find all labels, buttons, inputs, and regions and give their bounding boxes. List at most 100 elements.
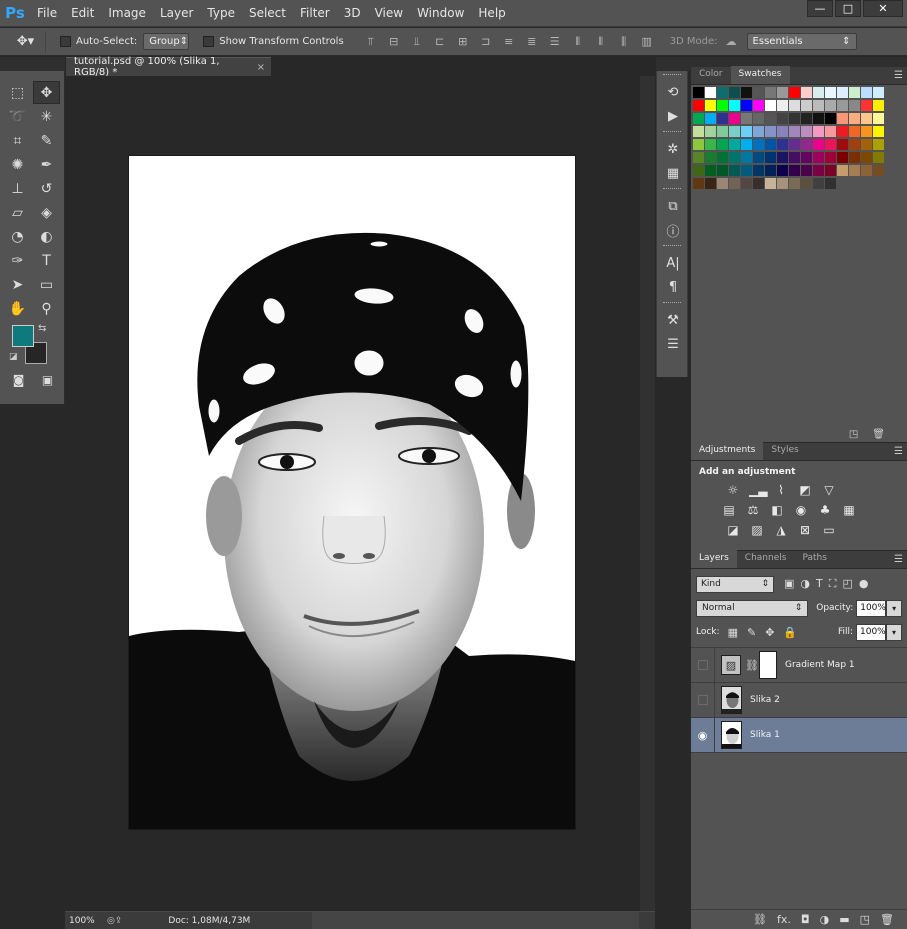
color-swatch[interactable] xyxy=(801,126,812,137)
color-swatch[interactable] xyxy=(705,126,716,137)
opacity-input[interactable]: 100% xyxy=(856,599,887,617)
color-swatch[interactable] xyxy=(777,152,788,163)
screen-mode-icon[interactable]: ▣ xyxy=(42,373,53,387)
link-layers-icon[interactable]: ⛓ xyxy=(753,913,767,926)
color-swatch[interactable] xyxy=(861,87,872,98)
tab-swatches[interactable]: Swatches xyxy=(730,66,790,84)
tab-layers[interactable]: Layers xyxy=(691,550,737,568)
layer-mask-thumbnail[interactable] xyxy=(759,651,777,679)
brush-tool-icon[interactable]: ✒ xyxy=(33,153,60,176)
gradient-map-icon[interactable]: ⊠ xyxy=(797,523,813,537)
document-canvas[interactable] xyxy=(129,156,575,829)
layer-row-selected[interactable]: ◉ Slika 1 xyxy=(691,717,907,753)
align-left-icon[interactable]: ⊏ xyxy=(433,35,447,49)
history-panel-icon[interactable]: ⟲ xyxy=(657,80,689,104)
color-swatch[interactable] xyxy=(849,100,860,111)
color-swatch[interactable] xyxy=(741,87,752,98)
path-selection-tool-icon[interactable]: ➤ xyxy=(4,273,31,296)
menu-view[interactable]: View xyxy=(368,0,410,27)
brush-presets-icon[interactable]: ▦ xyxy=(657,161,689,185)
color-swatch[interactable] xyxy=(753,113,764,124)
posterize-icon[interactable]: ▨ xyxy=(749,523,765,537)
color-swatch[interactable] xyxy=(825,178,836,189)
color-swatch[interactable] xyxy=(729,100,740,111)
close-tab-icon[interactable]: × xyxy=(257,62,265,73)
color-swatch[interactable] xyxy=(693,165,704,176)
color-swatch[interactable] xyxy=(765,165,776,176)
zoom-level[interactable]: 100% xyxy=(65,916,107,926)
align-bottom-icon[interactable]: ⫫ xyxy=(410,35,424,49)
color-swatch[interactable] xyxy=(729,126,740,137)
filter-toggle-icon[interactable]: ● xyxy=(859,577,869,591)
color-swatch[interactable] xyxy=(705,139,716,150)
color-swatch[interactable] xyxy=(837,113,848,124)
maximize-button[interactable]: □ xyxy=(835,0,861,17)
color-swatch[interactable] xyxy=(693,152,704,163)
color-swatch[interactable] xyxy=(717,100,728,111)
color-swatch[interactable] xyxy=(765,100,776,111)
color-swatch[interactable] xyxy=(849,139,860,150)
channel-mixer-icon[interactable]: ♣ xyxy=(817,503,833,517)
color-swatch[interactable] xyxy=(717,113,728,124)
tab-channels[interactable]: Channels xyxy=(737,550,795,568)
history-brush-tool-icon[interactable]: ↺ xyxy=(33,177,60,200)
color-swatch[interactable] xyxy=(741,126,752,137)
color-swatch[interactable] xyxy=(741,178,752,189)
color-swatch[interactable] xyxy=(729,152,740,163)
color-swatch[interactable] xyxy=(801,113,812,124)
document-tab[interactable]: tutorial.psd @ 100% (Slika 1, RGB/8) * × xyxy=(66,56,271,78)
color-swatch[interactable] xyxy=(717,87,728,98)
visibility-toggle[interactable] xyxy=(691,682,715,718)
color-swatch[interactable] xyxy=(801,87,812,98)
threshold-icon[interactable]: ◮ xyxy=(773,523,789,537)
hue-saturation-icon[interactable]: ▤ xyxy=(721,503,737,517)
black-white-icon[interactable]: ◧ xyxy=(769,503,785,517)
vibrance-icon[interactable]: ▽ xyxy=(821,483,837,497)
color-swatch[interactable] xyxy=(729,113,740,124)
color-swatch[interactable] xyxy=(741,100,752,111)
menu-filter[interactable]: Filter xyxy=(293,0,337,27)
color-swatch[interactable] xyxy=(825,152,836,163)
close-button[interactable]: ✕ xyxy=(863,0,903,17)
clone-source-icon[interactable]: ⧉ xyxy=(657,194,689,218)
color-swatch[interactable] xyxy=(861,100,872,111)
lock-image-icon[interactable]: ✎ xyxy=(747,626,756,639)
distribute-left-icon[interactable]: ⫴ xyxy=(571,35,585,49)
opacity-slider-button[interactable]: ▾ xyxy=(886,599,902,617)
panel-menu-icon[interactable]: ☰ xyxy=(894,70,903,81)
color-swatch[interactable] xyxy=(825,139,836,150)
actions-panel-icon[interactable]: ▶ xyxy=(657,104,689,128)
invert-icon[interactable]: ◪ xyxy=(725,523,741,537)
color-swatch[interactable] xyxy=(873,126,884,137)
color-swatch[interactable] xyxy=(753,165,764,176)
delete-layer-icon[interactable]: 🗑 xyxy=(880,913,894,926)
color-swatch[interactable] xyxy=(801,178,812,189)
color-swatch[interactable] xyxy=(789,152,800,163)
tab-adjustments[interactable]: Adjustments xyxy=(691,442,764,460)
lock-all-icon[interactable]: 🔒 xyxy=(783,626,797,639)
layer-name[interactable]: Slika 1 xyxy=(750,730,780,740)
move-tool-preset-icon[interactable]: ✥▾ xyxy=(6,30,46,53)
color-swatch[interactable] xyxy=(873,165,884,176)
smart-object-filter-icon[interactable]: ◰ xyxy=(842,577,852,591)
lasso-tool-icon[interactable]: ➰ xyxy=(4,105,31,128)
adjustment-filter-icon[interactable]: ◑ xyxy=(800,577,810,591)
color-swatch[interactable] xyxy=(825,113,836,124)
kind-filter-dropdown[interactable]: Kind ⇕ xyxy=(696,575,774,593)
color-swatch[interactable] xyxy=(741,113,752,124)
distribute-hcenter-icon[interactable]: ⦀ xyxy=(594,35,608,49)
fill-input[interactable]: 100% xyxy=(856,623,886,641)
align-top-icon[interactable]: ⫪ xyxy=(364,35,378,49)
pen-tool-icon[interactable]: ✑ xyxy=(4,249,31,272)
lock-transparent-icon[interactable]: ▦ xyxy=(728,626,738,639)
color-swatch[interactable] xyxy=(801,100,812,111)
align-right-icon[interactable]: ⊐ xyxy=(479,35,493,49)
layer-style-icon[interactable]: fx. xyxy=(777,913,791,926)
color-swatch[interactable] xyxy=(873,87,884,98)
minimize-button[interactable]: — xyxy=(807,0,833,17)
color-swatch[interactable] xyxy=(813,139,824,150)
link-mask-icon[interactable]: ⛓ xyxy=(745,659,759,672)
color-swatch[interactable] xyxy=(705,178,716,189)
color-swatch[interactable] xyxy=(825,165,836,176)
default-colors-icon[interactable]: ◪ xyxy=(9,352,18,362)
